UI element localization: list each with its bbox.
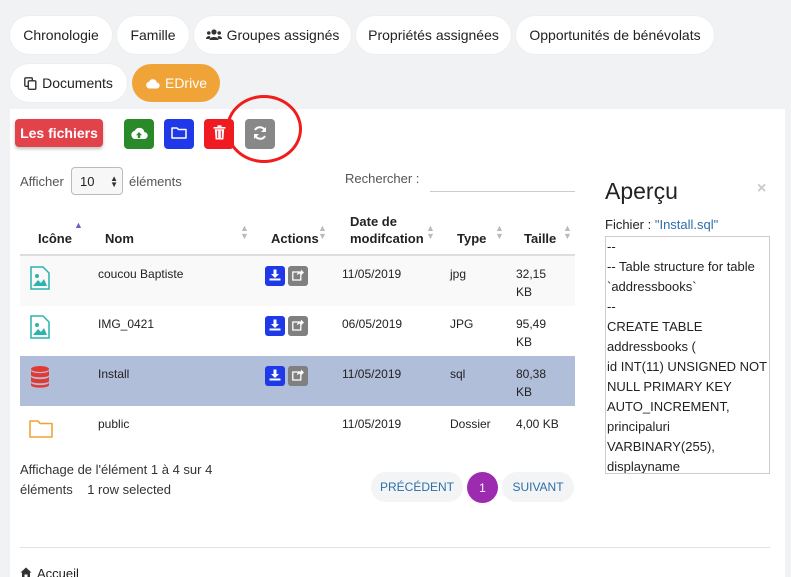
show-prefix-label: Afficher <box>20 174 64 189</box>
download-button[interactable] <box>265 316 285 336</box>
download-icon <box>269 269 281 284</box>
file-size: 32,15 KB <box>516 267 547 299</box>
column-header-nom[interactable]: Nom <box>105 231 134 246</box>
download-button[interactable] <box>265 266 285 286</box>
file-name[interactable]: coucou Baptiste <box>98 265 183 283</box>
tab-famille[interactable]: Famille <box>117 16 189 54</box>
share-icon <box>292 269 304 284</box>
tab-label: Famille <box>130 27 176 43</box>
share-icon <box>292 319 304 334</box>
current-page-button[interactable]: 1 <box>467 472 498 503</box>
column-header-actions[interactable]: Actions <box>271 231 319 246</box>
file-size: 80,38 KB <box>516 367 547 399</box>
share-button[interactable] <box>288 316 308 336</box>
file-size: 95,49 KB <box>516 317 547 349</box>
previous-page-button[interactable]: PRÉCÉDENT <box>371 472 463 502</box>
users-icon <box>205 29 222 41</box>
tab-label: EDrive <box>164 75 207 91</box>
image-file-icon <box>30 315 50 339</box>
tab-chronologie[interactable]: Chronologie <box>10 16 112 54</box>
file-date: 11/05/2019 <box>342 267 402 281</box>
sort-icon: ▲ ▼ <box>426 223 435 241</box>
download-icon <box>269 369 281 384</box>
new-folder-button[interactable] <box>164 119 194 149</box>
tab-documents[interactable]: Documents <box>10 64 127 102</box>
next-page-button[interactable]: SUIVANT <box>502 472 574 502</box>
page-size-value: 10 <box>80 173 95 189</box>
tab-label: Groupes assignés <box>226 27 340 43</box>
sort-asc-icon: ▲ <box>74 220 83 230</box>
preview-file-label: Fichier : <box>605 217 655 232</box>
file-type: sql <box>450 367 466 381</box>
files-button[interactable]: Les fichiers <box>15 119 103 147</box>
show-suffix-label: éléments <box>129 174 182 189</box>
file-name[interactable]: Install <box>98 365 129 383</box>
file-name[interactable]: public <box>98 415 129 433</box>
preview-content[interactable]: -- -- Table structure for table `address… <box>605 236 770 474</box>
folder-icon <box>171 126 187 142</box>
column-header-taille[interactable]: Taille <box>524 231 556 246</box>
table-info-line: éléments 1 row selected <box>20 482 172 497</box>
home-link[interactable]: Accueil <box>20 566 79 577</box>
table-info-line: Affichage de l'élément 1 à 4 sur 4 <box>20 462 213 477</box>
sort-icon: ▲ ▼ <box>563 223 572 241</box>
upload-button[interactable] <box>124 119 154 149</box>
updown-caret-icon: ▲ ▼ <box>110 174 118 189</box>
search-input[interactable] <box>430 168 575 192</box>
download-icon <box>269 319 281 334</box>
cloud-icon <box>145 78 160 89</box>
search-label: Rechercher : <box>345 171 420 186</box>
table-row[interactable]: coucou Baptiste 11/05/2019 jpg 32,15 KB <box>20 256 575 306</box>
close-icon[interactable]: × <box>757 180 766 198</box>
folder-icon <box>29 418 53 438</box>
tab-label: Opportunités de bénévolats <box>529 27 701 43</box>
file-date: 06/05/2019 <box>342 317 403 331</box>
tab-label: Propriétés assignées <box>368 27 499 43</box>
tab-label: Documents <box>42 75 113 91</box>
file-type: JPG <box>450 317 474 331</box>
database-icon <box>30 365 50 389</box>
highlight-circle <box>226 95 302 163</box>
table-row[interactable]: public 11/05/2019 Dossier 4,00 KB <box>20 406 575 456</box>
home-icon <box>20 566 32 577</box>
tab-label: Chronologie <box>23 27 99 43</box>
table-row-selected[interactable]: Install 11/05/2019 sql 80,38 KB <box>20 356 575 406</box>
page-size-select[interactable]: 10 ▲ ▼ <box>71 167 123 195</box>
share-icon <box>292 369 304 384</box>
share-button[interactable] <box>288 366 308 386</box>
file-type: Dossier <box>450 417 491 431</box>
sort-icon: ▲ ▼ <box>495 223 504 241</box>
share-button[interactable] <box>288 266 308 286</box>
preview-file-link[interactable]: "Install.sql" <box>655 217 718 232</box>
sort-icon: ▲ ▼ <box>240 223 249 241</box>
tab-proprietes-assignees[interactable]: Propriétés assignées <box>356 16 511 54</box>
divider <box>20 547 770 548</box>
preview-file: Fichier : "Install.sql" <box>605 217 718 232</box>
column-header-date[interactable]: Date de modifcation <box>350 213 430 247</box>
trash-icon <box>213 125 226 143</box>
file-type: jpg <box>450 267 467 281</box>
column-header-type[interactable]: Type <box>457 231 486 246</box>
download-button[interactable] <box>265 366 285 386</box>
file-name[interactable]: IMG_0421 <box>98 315 154 333</box>
tab-edrive[interactable]: EDrive <box>132 64 220 102</box>
table-row[interactable]: IMG_0421 06/05/2019 JPG 95,49 KB <box>20 306 575 356</box>
image-file-icon <box>30 266 50 290</box>
table-info: Affichage de l'élément 1 à 4 sur 4 éléme… <box>20 460 240 500</box>
tab-groupes-assignes[interactable]: Groupes assignés <box>194 16 351 54</box>
preview-title: Aperçu <box>605 178 678 204</box>
home-link-label: Accueil <box>37 566 79 577</box>
cloud-upload-icon <box>130 126 148 143</box>
tab-opportunites[interactable]: Opportunités de bénévolats <box>516 16 714 54</box>
column-header-icone[interactable]: Icône <box>38 231 72 246</box>
copy-icon <box>24 76 37 90</box>
file-date: 11/05/2019 <box>342 367 402 381</box>
sort-icon: ▲ ▼ <box>318 223 327 241</box>
file-date: 11/05/2019 <box>342 417 402 431</box>
file-size: 4,00 KB <box>516 417 559 431</box>
